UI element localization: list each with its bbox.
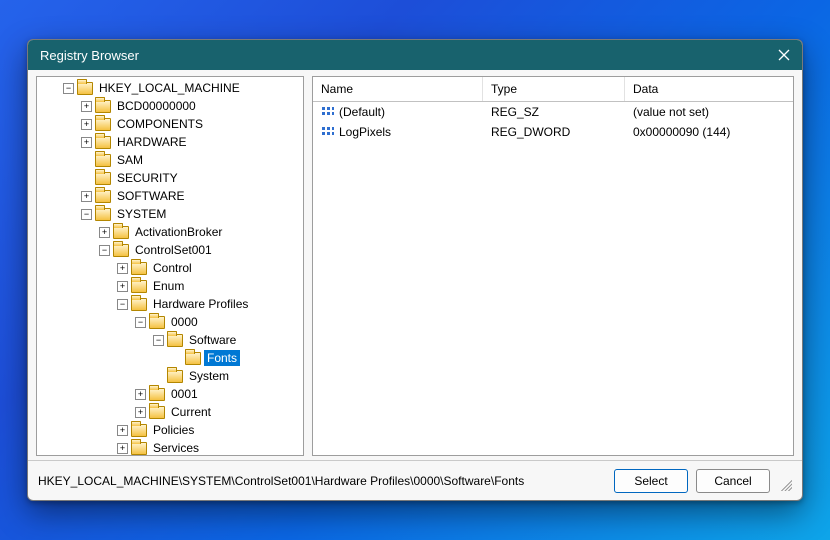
col-type[interactable]: Type [483,77,625,101]
tree-node-policies[interactable]: Policies [150,422,197,438]
select-button[interactable]: Select [614,469,688,493]
folder-closed-icon [95,118,111,131]
folder-open-icon [131,298,147,311]
folder-closed-icon [149,388,165,401]
registry-value-icon [321,126,335,138]
tree-node-system[interactable]: SYSTEM [114,206,169,222]
expander-plus-icon[interactable]: + [99,227,110,238]
folder-open-icon [185,352,201,365]
folder-closed-icon [149,406,165,419]
folder-closed-icon [95,190,111,203]
tree-node-enum[interactable]: Enum [150,278,187,294]
value-row[interactable]: (Default) REG_SZ (value not set) [313,102,793,122]
expander-plus-icon[interactable]: + [117,281,128,292]
expander-minus-icon[interactable]: − [117,299,128,310]
tree-node-hklm[interactable]: HKEY_LOCAL_MACHINE [96,80,243,96]
expander-plus-icon[interactable]: + [81,101,92,112]
tree-node-security[interactable]: SECURITY [114,170,181,186]
expander-plus-icon[interactable]: + [135,407,146,418]
footer-buttons: Select Cancel [614,469,792,493]
tree-pane[interactable]: − HKEY_LOCAL_MACHINE + BCD00000000 [36,76,304,456]
folder-open-icon [77,82,93,95]
expander-minus-icon[interactable]: − [81,209,92,220]
tree-node-hardwareprofiles[interactable]: Hardware Profiles [150,296,251,312]
folder-closed-icon [131,280,147,293]
titlebar[interactable]: Registry Browser [28,40,802,70]
tree-node-services[interactable]: Services [150,440,202,456]
folder-open-icon [113,244,129,257]
value-data: (value not set) [633,105,709,119]
value-name: (Default) [339,105,385,119]
col-name[interactable]: Name [313,77,483,101]
folder-closed-icon [95,172,111,185]
tree-node-0000[interactable]: 0000 [168,314,201,330]
folder-open-icon [149,316,165,329]
registry-browser-window: Registry Browser − HKEY_LOCAL_MACHINE [27,39,803,501]
value-type: REG_SZ [491,105,539,119]
tree-node-bcd[interactable]: BCD00000000 [114,98,199,114]
tree-node-0000-system[interactable]: System [186,368,232,384]
content-area: − HKEY_LOCAL_MACHINE + BCD00000000 [28,70,802,460]
folder-closed-icon [95,100,111,113]
expander-plus-icon[interactable]: + [81,137,92,148]
expander-minus-icon[interactable]: − [63,83,74,94]
tree-node-0001[interactable]: 0001 [168,386,201,402]
tree-node-controlset001[interactable]: ControlSet001 [132,242,215,258]
folder-open-icon [95,208,111,221]
footer: HKEY_LOCAL_MACHINE\SYSTEM\ControlSet001\… [28,460,802,500]
value-name: LogPixels [339,125,391,139]
tree-node-components[interactable]: COMPONENTS [114,116,206,132]
registry-value-icon [321,106,335,118]
col-data[interactable]: Data [625,77,793,101]
expander-plus-icon[interactable]: + [81,119,92,130]
folder-closed-icon [131,442,147,455]
window-title: Registry Browser [40,48,139,63]
expander-plus-icon[interactable]: + [135,389,146,400]
values-pane: Name Type Data (Default) REG_SZ (value n… [312,76,794,456]
folder-closed-icon [113,226,129,239]
value-row[interactable]: LogPixels REG_DWORD 0x00000090 (144) [313,122,793,142]
tree-node-control[interactable]: Control [150,260,195,276]
tree-node-0000-software[interactable]: Software [186,332,239,348]
tree-node-activationbroker[interactable]: ActivationBroker [132,224,225,240]
folder-closed-icon [131,262,147,275]
resize-grip[interactable] [778,477,792,491]
folder-closed-icon [167,370,183,383]
registry-tree[interactable]: − HKEY_LOCAL_MACHINE + BCD00000000 [37,79,303,456]
expander-plus-icon[interactable]: + [117,443,128,454]
expander-plus-icon[interactable]: + [117,425,128,436]
path-display: HKEY_LOCAL_MACHINE\SYSTEM\ControlSet001\… [38,474,524,488]
cancel-button[interactable]: Cancel [696,469,770,493]
values-body[interactable]: (Default) REG_SZ (value not set) LogPixe… [313,102,793,455]
folder-closed-icon [95,154,111,167]
close-button[interactable] [774,45,794,65]
expander-plus-icon[interactable]: + [81,191,92,202]
folder-open-icon [167,334,183,347]
tree-node-software[interactable]: SOFTWARE [114,188,188,204]
expander-minus-icon[interactable]: − [153,335,164,346]
expander-plus-icon[interactable]: + [117,263,128,274]
close-icon [778,49,790,61]
tree-node-sam[interactable]: SAM [114,152,146,168]
expander-minus-icon[interactable]: − [135,317,146,328]
tree-node-fonts[interactable]: Fonts [204,350,240,366]
folder-closed-icon [131,424,147,437]
tree-node-current[interactable]: Current [168,404,214,420]
folder-closed-icon [95,136,111,149]
tree-node-hardware[interactable]: HARDWARE [114,134,190,150]
values-header[interactable]: Name Type Data [313,77,793,102]
expander-minus-icon[interactable]: − [99,245,110,256]
value-type: REG_DWORD [491,125,570,139]
value-data: 0x00000090 (144) [633,125,730,139]
